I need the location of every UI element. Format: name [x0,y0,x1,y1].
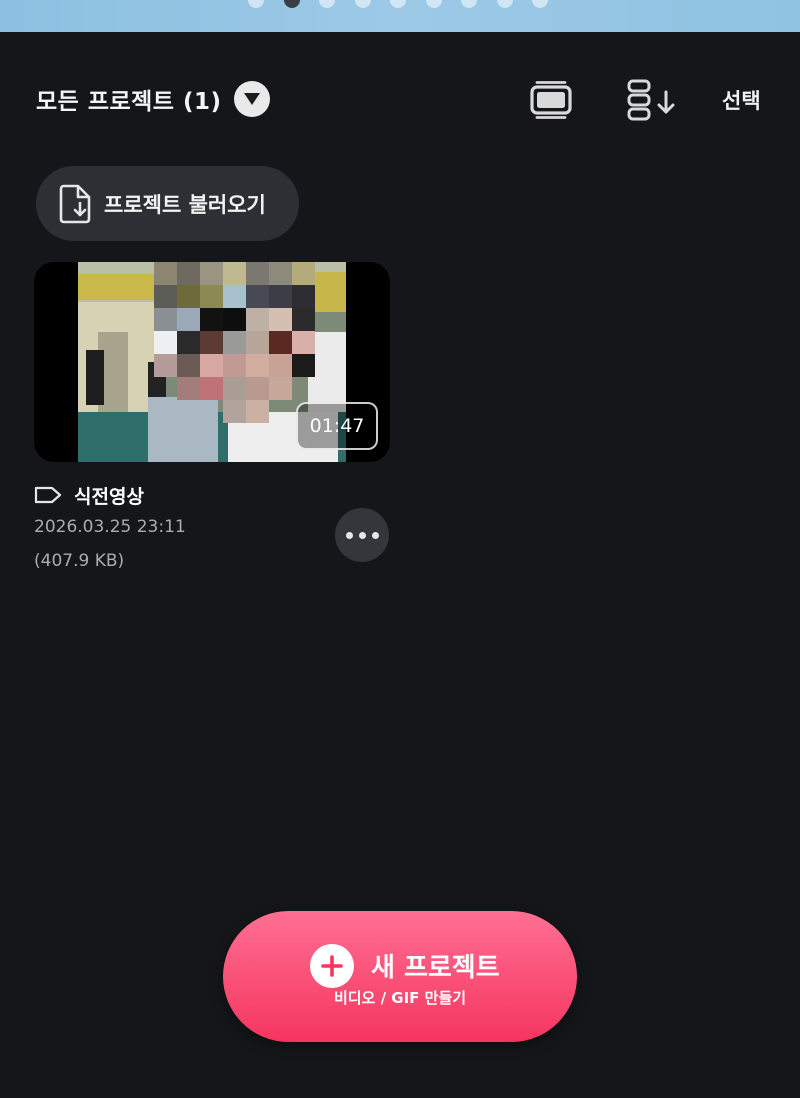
page-dot[interactable] [532,0,548,8]
import-project-label: 프로젝트 불러오기 [104,192,266,217]
page-dot[interactable] [425,0,442,8]
page-dot[interactable] [390,0,406,8]
more-dot [371,531,379,539]
label-tag-icon [34,486,62,504]
page-dot[interactable] [319,0,335,8]
project-name: 식전영상 [74,485,144,508]
page-dot[interactable] [248,0,264,8]
new-project-subtitle: 비디오 / GIF 만들기 [333,989,467,1007]
filter-dropdown-button[interactable] [234,81,270,117]
triangle-down-icon [244,93,260,105]
more-dot [358,531,366,539]
project-size: (407.9 KB) [34,551,125,571]
page-dot-active[interactable] [283,0,300,8]
more-horizontal-icon[interactable] [335,508,389,562]
video-duration-badge: 01:47 [296,402,378,450]
plus-icon [310,944,354,988]
project-date: 2026.03.25 23:11 [34,517,186,537]
project-list-header: 모든 프로젝트 (1) 선택 [0,70,800,130]
sort-down-icon[interactable] [626,78,680,122]
project-filter-title[interactable]: 모든 프로젝트 (1) [36,82,222,116]
new-project-button[interactable]: 새 프로젝트 비디오 / GIF 만들기 [223,911,577,1042]
card-stack-icon[interactable] [528,80,574,120]
page-dot[interactable] [461,0,477,8]
import-project-button[interactable]: 프로젝트 불러오기 [36,166,299,241]
page-indicator [248,0,548,8]
page-dot[interactable] [496,0,513,8]
more-dot [345,531,353,539]
new-project-title: 새 프로젝트 [371,953,500,983]
file-import-icon [59,184,91,223]
select-button[interactable]: 선택 [722,85,761,115]
top-pager-strip [0,0,800,32]
page-dot[interactable] [354,0,371,8]
project-name-row[interactable]: 식전영상 [34,480,144,510]
